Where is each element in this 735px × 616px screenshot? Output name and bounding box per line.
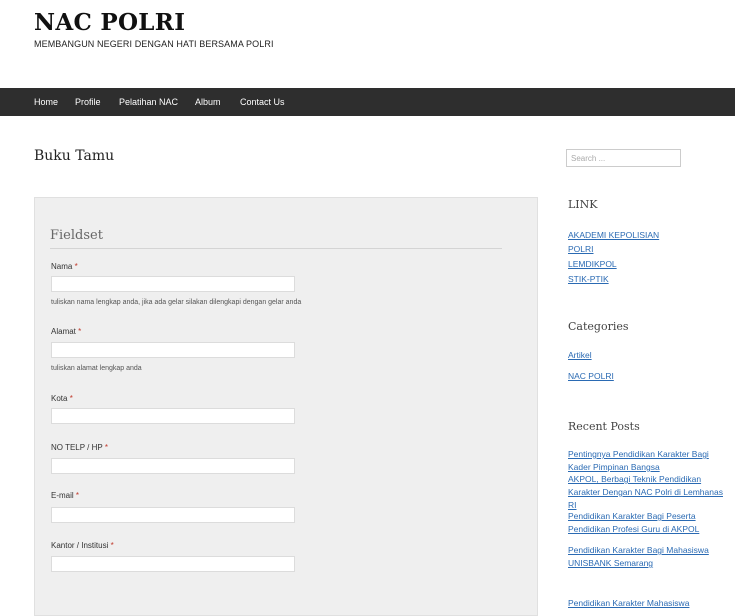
- link-polri[interactable]: POLRI: [568, 244, 594, 254]
- recent-post-link[interactable]: Pentingnya Pendidikan Karakter Bagi Kade…: [568, 448, 733, 474]
- recent-post-link[interactable]: Pendidikan Karakter Bagi Mahasiswa UNISB…: [568, 544, 733, 570]
- required-mark: *: [75, 491, 80, 500]
- site-description: MEMBANGUN NEGERI DENGAN HATI BERSAMA POL…: [34, 39, 274, 49]
- address-label-text: Alamat: [51, 327, 76, 336]
- fieldset-divider: [50, 248, 502, 249]
- email-input[interactable]: [51, 507, 295, 523]
- city-input[interactable]: [51, 408, 295, 424]
- required-mark: *: [78, 327, 82, 336]
- required-mark: *: [110, 541, 114, 550]
- recent-post-link[interactable]: Pendidikan Karakter Bagi Peserta Pendidi…: [568, 510, 733, 536]
- name-input[interactable]: [51, 276, 295, 292]
- city-label-text: Kota: [51, 394, 68, 403]
- required-mark: *: [69, 394, 73, 403]
- nav-item-pelatihan-nac[interactable]: Pelatihan NAC: [119, 97, 178, 107]
- institution-input[interactable]: [51, 556, 295, 572]
- category-nac-polri[interactable]: NAC POLRI: [568, 371, 614, 381]
- city-label: Kota *: [51, 394, 73, 403]
- phone-label: NO TELP / HP *: [51, 443, 108, 452]
- site-title[interactable]: NAC POLRI: [34, 9, 185, 36]
- phone-label-text: NO TELP / HP: [51, 443, 103, 452]
- recent-post-link[interactable]: Pendidikan Karakter Mahasiswa: [568, 597, 733, 610]
- nav-item-home[interactable]: Home: [34, 97, 58, 107]
- link-lemdikpol[interactable]: LEMDIKPOL: [568, 259, 617, 269]
- link-widget-title: LINK: [568, 198, 598, 211]
- name-label-text: Nama: [51, 262, 73, 271]
- email-label: E-mail *: [51, 491, 79, 500]
- recent-post-link[interactable]: AKPOL, Berbagi Teknik Pendidikan Karakte…: [568, 473, 733, 512]
- required-mark: *: [74, 262, 78, 271]
- address-input[interactable]: [51, 342, 295, 358]
- nav-item-profile[interactable]: Profile: [75, 97, 101, 107]
- categories-widget-title: Categories: [568, 320, 629, 333]
- phone-input[interactable]: [51, 458, 295, 474]
- name-help-text: tuliskan nama lengkap anda, jika ada gel…: [51, 299, 302, 306]
- address-label: Alamat *: [51, 327, 81, 336]
- institution-label-text: Kantor / Institusi: [51, 541, 109, 550]
- email-label-text: E-mail: [51, 491, 74, 500]
- category-artikel[interactable]: Artikel: [568, 350, 592, 360]
- name-label: Nama *: [51, 262, 78, 271]
- recent-posts-widget-title: Recent Posts: [568, 420, 640, 433]
- main-navigation: Home Profile Pelatihan NAC Album Contact…: [0, 88, 735, 116]
- nav-item-album[interactable]: Album: [195, 97, 221, 107]
- search-input[interactable]: [566, 149, 681, 167]
- nav-item-contact-us[interactable]: Contact Us: [240, 97, 285, 107]
- link-akademi-kepolisian[interactable]: AKADEMI KEPOLISIAN: [568, 230, 659, 240]
- address-help-text: tuliskan alamat lengkap anda: [51, 365, 142, 372]
- fieldset-title: Fieldset: [50, 228, 103, 243]
- required-mark: *: [104, 443, 108, 452]
- institution-label: Kantor / Institusi *: [51, 541, 114, 550]
- guestbook-form-panel: [34, 197, 538, 616]
- link-stik-ptik[interactable]: STIK-PTIK: [568, 274, 609, 284]
- page-title: Buku Tamu: [34, 148, 115, 164]
